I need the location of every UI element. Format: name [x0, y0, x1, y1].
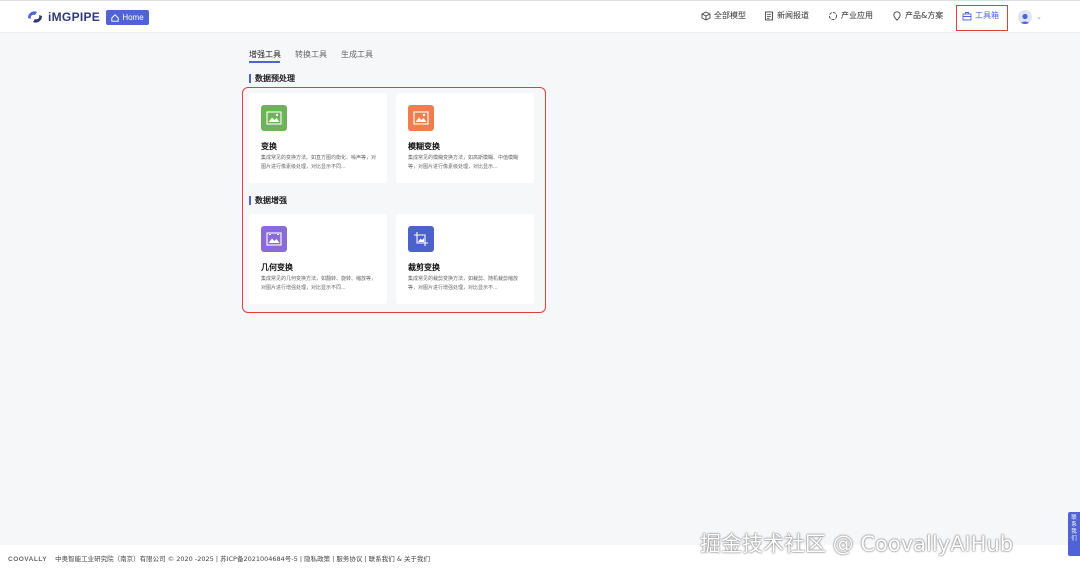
nav-label: 产品&方案 [905, 11, 944, 20]
contact-us-label: 联系我们 [1071, 515, 1077, 542]
tab-convert-tools[interactable]: 转换工具 [295, 49, 327, 60]
image-rotate-icon [266, 232, 282, 246]
user-icon [1020, 13, 1030, 24]
nav-label: 新闻报道 [777, 11, 809, 20]
nav-products[interactable]: 产品&方案 [892, 10, 943, 21]
card-icon-bg [261, 105, 287, 131]
logo-mark-icon [28, 11, 42, 23]
toolbox-icon [962, 11, 972, 20]
footer-brand: COOVALLY [8, 556, 48, 563]
card-title: 裁剪变换 [408, 263, 440, 272]
tab-generate-tools[interactable]: 生成工具 [341, 49, 373, 60]
section-title-preprocessing: 数据预处理 [249, 74, 295, 83]
logo-text: iMGPIPE [48, 10, 101, 24]
nav-news[interactable]: 新闻报道 [764, 10, 809, 21]
footer-links[interactable]: 中奥智能工业研究院（南京）有限公司 © 2020 -2025 | 苏ICP备20… [55, 555, 430, 563]
chevron-down-icon[interactable]: ⌄ [1036, 13, 1042, 21]
card-description: 集成常见的裁剪变换方法，如裁剪、随机裁剪缩放等，对图片进行增强处理，对比显示不.… [408, 276, 519, 291]
card-title: 几何变换 [261, 263, 293, 272]
card-title: 模糊变换 [408, 142, 440, 151]
tool-card-blur-transform[interactable]: 模糊变换 集成常见的模糊变换方法，如高斯模糊、中值模糊等，对图片进行像素级处理，… [396, 93, 534, 183]
top-header: iMGPIPE Home 全部模型 新闻报道 产业应用 产品&方案 工具箱 ⌄ [0, 0, 1080, 33]
nav-all-models[interactable]: 全部模型 [701, 10, 746, 21]
image-icon [413, 111, 429, 125]
user-avatar[interactable] [1018, 10, 1032, 24]
card-description: 集成常见的几何变换方法，如翻转、旋转、缩放等，对图片进行增强处理，对比显示不同.… [261, 276, 377, 291]
news-icon [765, 11, 773, 20]
nav-label: 工具箱 [975, 11, 999, 20]
watermark: 掘金技术社区 @ CoovallyAIHub [700, 532, 1014, 556]
cube-icon [701, 10, 711, 21]
location-pin-icon [893, 10, 901, 21]
nav-industry[interactable]: 产业应用 [828, 10, 873, 21]
card-icon-bg [408, 226, 434, 252]
card-title: 变换 [261, 142, 277, 151]
footer-text: COOVALLY 中奥智能工业研究院（南京）有限公司 © 2020 -2025 … [8, 553, 430, 563]
active-tab-indicator [249, 61, 280, 63]
card-description: 集成常见的变换方法。如直方图均衡化、噪声等，对图片进行像素级处理，对比显示不同.… [261, 155, 377, 170]
home-button-label: Home [122, 13, 144, 22]
home-icon [111, 13, 120, 22]
contact-us-button[interactable]: 联系我们 [1068, 512, 1080, 556]
tool-card-crop-transform[interactable]: 裁剪变换 集成常见的裁剪变换方法，如裁剪、随机裁剪缩放等，对图片进行增强处理，对… [396, 214, 534, 304]
nav-label: 全部模型 [714, 11, 746, 20]
crop-icon [414, 232, 428, 246]
card-description: 集成常见的模糊变换方法，如高斯模糊、中值模糊等，对图片进行像素级处理，对比显示.… [408, 155, 519, 170]
industry-icon [828, 11, 838, 20]
section-title-augmentation: 数据增强 [249, 196, 287, 205]
tool-card-geometric-transform[interactable]: 几何变换 集成常见的几何变换方法，如翻转、旋转、缩放等，对图片进行增强处理，对比… [249, 214, 387, 304]
nav-toolbox[interactable]: 工具箱 [962, 10, 999, 21]
card-icon-bg [408, 105, 434, 131]
tool-card-transform[interactable]: 变换 集成常见的变换方法。如直方图均衡化、噪声等，对图片进行像素级处理，对比显示… [249, 93, 387, 183]
image-icon [266, 111, 282, 125]
brand-logo[interactable]: iMGPIPE [26, 9, 100, 25]
tab-enhance-tools[interactable]: 增强工具 [249, 49, 281, 60]
nav-label: 产业应用 [841, 11, 873, 20]
home-button[interactable]: Home [106, 10, 149, 25]
card-icon-bg [261, 226, 287, 252]
